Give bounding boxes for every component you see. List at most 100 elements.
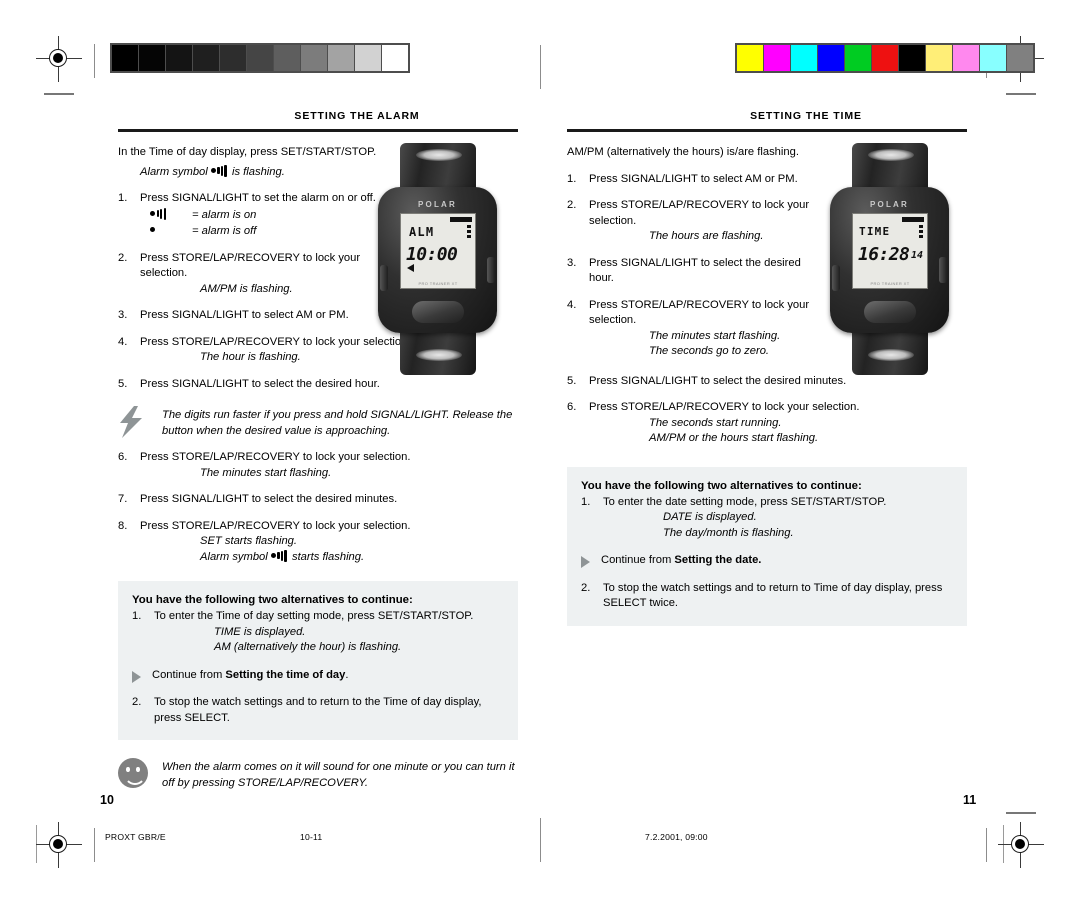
step-sub-note: The seconds go to zero. [649, 345, 770, 357]
alt-item: 1. To enter the Time of day setting mode… [132, 609, 504, 656]
grayscale-patch-4 [220, 45, 246, 71]
step-sub-note: SET starts flashing. [200, 535, 297, 547]
smiley-circle [118, 758, 148, 788]
lcd-alarm-arrow-icon [407, 264, 414, 272]
registration-dot [53, 53, 63, 63]
page-number-left: 10 [100, 793, 114, 807]
alternatives-title: You have the following two alternatives … [581, 479, 862, 492]
imposition-label: PROXT GBR/E [105, 832, 166, 842]
alternatives-list: 1. To enter the Time of day setting mode… [132, 609, 504, 656]
step-sub-note: The minutes start flashing. [649, 329, 781, 342]
lcd-mode-text: TIME [859, 225, 891, 238]
step-text: Press SIGNAL/LIGHT to select the desired… [140, 493, 398, 505]
alt-text: To enter the Time of day setting mode, p… [154, 610, 474, 622]
watch-side-button-left [832, 265, 840, 291]
watch-lcd-screen: ALM 10:00 PRO TRAINER XT [400, 213, 476, 289]
alt-text: To stop the watch settings and to return… [154, 696, 482, 724]
step-text: Press SIGNAL/LIGHT to select the desired… [589, 374, 847, 387]
color-patch-1 [764, 45, 790, 71]
watch-side-button-left [380, 265, 388, 291]
step-item: 3. Press SIGNAL/LIGHT to select the desi… [567, 256, 804, 287]
center-fold-tick-bottom [540, 818, 541, 862]
step-text: Press STORE/LAP/RECOVERY to lock your se… [140, 451, 411, 463]
alt-number: 2. [132, 696, 142, 708]
intro-note-prefix: Alarm symbol [140, 165, 208, 178]
lcd-indicator-dots [919, 225, 923, 240]
continue-row[interactable]: Continue from Setting the date. [581, 553, 953, 569]
step-number: 6. [567, 401, 577, 413]
watch-photo-time: POLAR TIME 16:28 14 PRO TRAINER XT [822, 143, 957, 375]
legend-label: = alarm is on [192, 208, 257, 221]
alarm-on-icon [210, 164, 229, 177]
watch-photo-alarm: POLAR ALM 10:00 PRO TRAINER XT [370, 143, 505, 375]
alt-sub-note: TIME is displayed. [214, 625, 306, 638]
registration-mark-bottom-left [36, 822, 82, 868]
alarm-off-icon [150, 227, 155, 232]
sub-note-suffix: starts flashing. [291, 550, 365, 563]
tip-callout-smiley: When the alarm comes on it will sound fo… [118, 758, 518, 791]
watch-side-button-right [487, 257, 495, 283]
color-patch-5 [872, 45, 898, 71]
lcd-indicator-dots [467, 225, 471, 240]
sub-note-prefix: Alarm symbol [200, 550, 268, 563]
lcd-mode-text: ALM [409, 225, 435, 239]
step-number: 1. [567, 172, 577, 185]
step-number: 5. [567, 374, 577, 387]
alternatives-box-left: You have the following two alternatives … [118, 581, 518, 740]
print-timestamp: 7.2.2001, 09:00 [645, 832, 708, 842]
step-sub-note-symbol: Alarm symbol starts flashing. [200, 549, 518, 566]
grayscale-patch-2 [166, 45, 192, 71]
alternatives-list-2: 2. To stop the watch settings and to ret… [581, 581, 953, 612]
watch-case: POLAR ALM 10:00 PRO TRAINER XT [378, 187, 497, 333]
alt-sub-note: The day/month is flashing. [663, 526, 794, 539]
color-patch-4 [845, 45, 871, 71]
continue-text: Continue from Setting the date. [601, 553, 761, 569]
step-item: 5. Press SIGNAL/LIGHT to select the desi… [118, 377, 518, 393]
step-number: 3. [567, 256, 577, 269]
step-item: 4. Press STORE/LAP/RECOVERY to lock your… [567, 298, 819, 360]
step-number: 7. [118, 493, 128, 505]
step-text: Press SIGNAL/LIGHT to select the desired… [589, 256, 801, 285]
watch-case: POLAR TIME 16:28 14 PRO TRAINER XT [830, 187, 949, 333]
sheet-label: 10-11 [300, 832, 323, 842]
watch-lcd-screen: TIME 16:28 14 PRO TRAINER XT [852, 213, 928, 289]
page-title: SETTING THE TIME [750, 110, 862, 122]
alternatives-title: You have the following two alternatives … [132, 594, 413, 606]
alt-sub-note: AM (alternatively the hour) is flashing. [214, 641, 402, 653]
continue-suffix: . [345, 668, 349, 681]
strap-highlight-top [868, 149, 914, 161]
continue-link-label[interactable]: Setting the date. [674, 554, 761, 566]
color-patch-3 [818, 45, 844, 71]
alternatives-list-2: 2. To stop the watch settings and to ret… [132, 695, 504, 726]
trim-tick-bottom-left [94, 828, 95, 862]
registration-mark-bottom-right [998, 822, 1044, 868]
step-item: 6. Press STORE/LAP/RECOVERY to lock your… [118, 450, 518, 481]
color-patch-8 [953, 45, 979, 71]
step-text: Press STORE/LAP/RECOVERY to lock your se… [589, 199, 810, 227]
trim-tick-bottom-right [986, 828, 987, 862]
step-sub-note: AM/PM or the hours start flashing. [649, 432, 819, 444]
grayscale-patch-5 [247, 45, 273, 71]
grayscale-patch-6 [274, 45, 300, 71]
registration-dot [1015, 839, 1025, 849]
strap-highlight-bottom [416, 349, 462, 361]
step-sub-note: AM/PM is flashing. [200, 282, 293, 295]
lightning-bolt-icon [118, 406, 162, 438]
registration-underline-top-left [44, 93, 74, 95]
step-item: 8. Press STORE/LAP/RECOVERY to lock your… [118, 519, 518, 566]
alt-text: To stop the watch settings and to return… [603, 581, 943, 610]
color-patch-0 [737, 45, 763, 71]
lcd-main-value: 16:28 [858, 244, 910, 265]
color-patch-2 [791, 45, 817, 71]
continue-link-label[interactable]: Setting the time of day [225, 669, 345, 681]
tip-text: The digits run faster if you press and h… [162, 409, 513, 437]
legend-label: = alarm is off [192, 225, 257, 237]
color-calibration-strip [735, 43, 1035, 73]
trim-tick-top-left [94, 44, 95, 78]
continue-row[interactable]: Continue from Setting the time of day. [132, 668, 504, 684]
alt-item: 2. To stop the watch settings and to ret… [132, 695, 504, 726]
step-text: Press STORE/LAP/RECOVERY to lock your se… [589, 401, 860, 413]
lcd-main-value: 10:00 [406, 244, 458, 265]
registration-dot [53, 839, 63, 849]
step-number: 4. [118, 335, 128, 348]
